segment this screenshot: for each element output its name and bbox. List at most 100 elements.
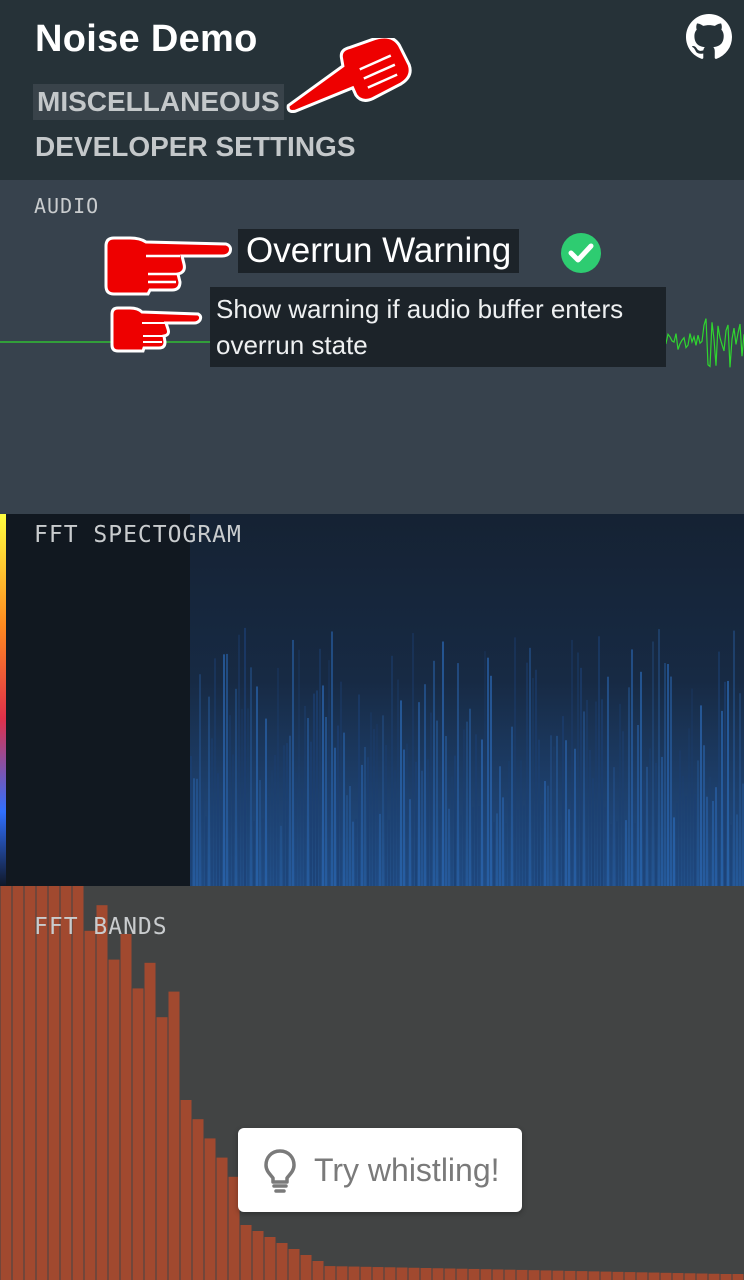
spectrogram-streak	[640, 671, 642, 886]
spectrogram-streak	[211, 738, 213, 886]
spectrogram-streak	[469, 708, 471, 886]
spectrogram-streak	[628, 687, 630, 886]
spectrogram-streak	[709, 776, 711, 886]
spectrogram-streak	[622, 731, 624, 886]
pointing-hand-annotation	[104, 236, 232, 296]
spectrogram-streak	[205, 816, 207, 886]
spectrogram-streak	[703, 745, 705, 886]
spectrogram-streak	[565, 740, 567, 886]
spectrogram-streak	[583, 711, 585, 886]
spectrogram-streak	[571, 639, 573, 886]
spectrogram-streak	[670, 676, 672, 886]
spectrogram-streak	[418, 702, 420, 886]
fft-band-bar	[300, 1255, 312, 1280]
spectrogram-streak	[412, 633, 414, 886]
fft-band-bar	[132, 988, 144, 1280]
spectrogram-streak	[724, 681, 726, 886]
hint-toast: Try whistling!	[238, 1128, 522, 1212]
fft-band-bar	[528, 1270, 540, 1280]
spectrogram-streak	[541, 804, 543, 886]
app-title: Noise Demo	[35, 18, 258, 60]
spectrogram-streak	[403, 749, 405, 886]
spectrogram-streak	[391, 655, 393, 886]
spectrogram-streak	[478, 806, 480, 886]
spectrogram-streak	[460, 815, 462, 886]
spectrogram-streak	[514, 637, 516, 886]
spectrogram-streak	[256, 686, 258, 886]
spectrogram-streak	[385, 745, 387, 886]
spectrogram-streak	[241, 708, 243, 886]
fft-band-bar	[156, 1017, 168, 1280]
spectrogram-streak	[457, 663, 459, 886]
spectrogram-streak	[607, 676, 609, 886]
spectrogram-streak	[253, 821, 255, 886]
fft-band-bar	[36, 886, 48, 1280]
fft-band-bar	[48, 886, 60, 1280]
fft-band-bar	[564, 1270, 576, 1280]
spectrogram-streak	[361, 764, 363, 886]
fft-bands-section: FFT BANDS	[0, 886, 744, 1280]
spectrogram-streak	[727, 680, 729, 886]
spectrogram-streak	[547, 785, 549, 886]
check-circle-icon[interactable]	[560, 232, 602, 274]
spectrogram-streak	[637, 724, 639, 886]
spectrogram-streak	[364, 746, 366, 886]
fft-band-bar	[432, 1268, 444, 1280]
spectrogram-graph	[0, 514, 744, 886]
spectrogram-streak	[700, 705, 702, 886]
spectrogram-streak	[298, 649, 300, 886]
section-label-fft-bands: FFT BANDS	[34, 914, 168, 940]
spectrogram-streak	[613, 767, 615, 886]
spectrogram-streak	[214, 658, 216, 886]
fft-band-bar	[96, 905, 108, 1280]
spectrogram-streak	[268, 796, 270, 886]
fft-band-bar	[624, 1272, 636, 1280]
spectrogram-streak	[433, 660, 435, 886]
overrun-warning-description: Show warning if audio buffer enters over…	[210, 287, 666, 367]
spectrogram-streak	[382, 715, 384, 886]
fft-band-bar	[72, 886, 84, 1280]
spectrogram-streak	[373, 729, 375, 886]
spectrogram-streak	[397, 679, 399, 886]
spectrogram-streak	[259, 780, 261, 886]
fft-band-bar	[696, 1273, 708, 1280]
spectrogram-streak	[352, 821, 354, 886]
spectrogram-streak	[337, 725, 339, 886]
spectrogram-streak	[544, 781, 546, 886]
hint-text: Try whistling!	[314, 1152, 500, 1188]
spectrogram-streak	[529, 647, 531, 886]
spectrogram-streak	[559, 820, 561, 886]
fft-band-bar	[660, 1272, 672, 1280]
spectrogram-streak	[616, 821, 618, 886]
menu-item-developer-settings[interactable]: DEVELOPER SETTINGS	[35, 131, 356, 163]
spectrogram-streak	[718, 651, 720, 886]
spectrogram-streak	[280, 825, 282, 886]
spectrogram-streak	[736, 814, 738, 886]
fft-band-bar	[252, 1231, 264, 1280]
fft-band-bar	[216, 1157, 228, 1280]
spectrogram-streak	[313, 693, 315, 886]
fft-band-bar	[384, 1267, 396, 1280]
spectrogram-streak	[685, 796, 687, 886]
spectrogram-streak	[532, 678, 534, 886]
spectrogram-streak	[328, 660, 330, 886]
github-icon[interactable]	[686, 14, 732, 60]
spectrogram-streak	[589, 749, 591, 886]
spectrogram-streak	[472, 807, 474, 886]
fft-band-bar	[108, 959, 120, 1280]
spectrogram-streak	[292, 639, 294, 886]
spectrogram-streak	[427, 759, 429, 886]
overrun-warning-title[interactable]: Overrun Warning	[238, 229, 520, 273]
spectrogram-streak	[346, 795, 348, 886]
spectrogram-streak	[538, 739, 540, 886]
fft-band-bar	[180, 1100, 192, 1280]
menu-item-miscellaneous[interactable]: MISCELLANEOUS	[33, 84, 284, 120]
fft-band-bar	[0, 886, 12, 1280]
spectrogram-streak	[619, 703, 621, 886]
spectrogram-streak	[436, 720, 438, 886]
spectrogram-streak	[217, 773, 219, 886]
fft-band-bar	[456, 1268, 468, 1280]
spectrogram-streak	[439, 808, 441, 886]
spectrogram-streak	[358, 694, 360, 886]
fft-bands-graph	[0, 886, 744, 1280]
